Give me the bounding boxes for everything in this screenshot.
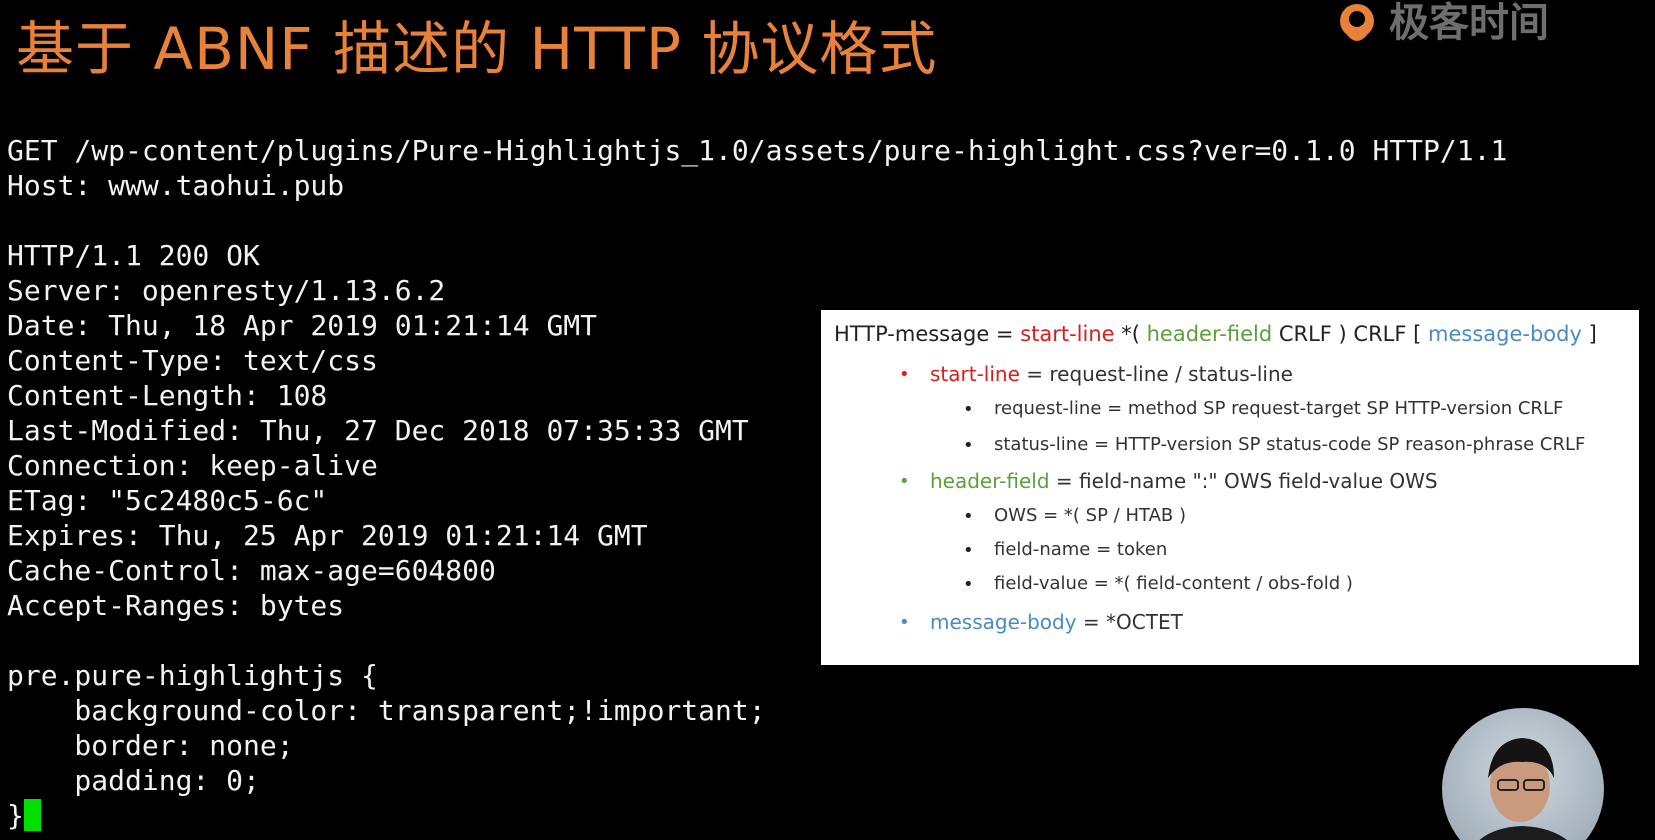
terminal-line: border: none; — [7, 729, 294, 762]
terminal-line: padding: 0; — [7, 764, 260, 797]
geektime-logo-icon — [1340, 4, 1374, 41]
abnf-grammar-box: HTTP-message = start-line *( header-fiel… — [821, 310, 1639, 665]
grammar-http-message: HTTP-message = start-line *( header-fiel… — [834, 322, 1597, 346]
grammar-item-rest: = request-line / status-line — [1019, 362, 1293, 386]
grammar-item-rest: = field-name ":" OWS field-value OWS — [1049, 469, 1438, 493]
terminal-line-text: } — [7, 799, 24, 832]
grammar-term-header-field: header-field — [1146, 322, 1273, 346]
grammar-item-header-field: header-field = field-name ":" OWS field-… — [930, 469, 1438, 493]
grammar-sub-field-name: field-name = token — [994, 539, 1168, 560]
bullet-icon: • — [899, 612, 910, 633]
bullet-icon: • — [963, 574, 974, 595]
terminal-line: HTTP/1.1 200 OK — [7, 239, 260, 272]
grammar-text: *( — [1114, 322, 1147, 346]
terminal-cursor — [23, 799, 41, 831]
bullet-icon: • — [963, 399, 974, 420]
terminal-line: background-color: transparent;!important… — [7, 694, 766, 727]
grammar-sub-ows: OWS = *( SP / HTAB ) — [994, 505, 1186, 526]
bullet-icon: • — [899, 364, 910, 385]
bullet-icon: • — [963, 506, 974, 527]
grammar-text: ] — [1581, 322, 1597, 346]
grammar-item-term: start-line — [930, 362, 1020, 386]
grammar-sub-status-line: status-line = HTTP-version SP status-cod… — [994, 434, 1586, 455]
terminal-line: Server: openresty/1.13.6.2 — [7, 274, 446, 307]
grammar-item-rest: = *OCTET — [1076, 610, 1183, 634]
grammar-sub-field-value: field-value = *( field-content / obs-fol… — [994, 573, 1353, 594]
terminal-line: Host: www.taohui.pub — [7, 169, 345, 202]
logo-text: 极客时间 — [1389, 0, 1549, 46]
grammar-lhs: HTTP-message = — [834, 322, 1021, 346]
grammar-item-start-line: start-line = request-line / status-line — [930, 362, 1293, 386]
grammar-item-term: header-field — [930, 469, 1050, 493]
bullet-icon: • — [963, 435, 974, 456]
grammar-text: CRLF ) CRLF [ — [1272, 322, 1428, 346]
grammar-term-message-body: message-body — [1428, 322, 1582, 346]
grammar-item-term: message-body — [930, 610, 1077, 634]
terminal-line: GET /wp-content/plugins/Pure-Highlightjs… — [7, 134, 1508, 167]
bullet-icon: • — [963, 540, 974, 561]
geektime-logo: 极客时间 — [1335, 0, 1549, 46]
grammar-term-start-line: start-line — [1020, 322, 1115, 346]
slide-title: 基于 ABNF 描述的 HTTP 协议格式 — [16, 15, 938, 83]
grammar-item-message-body: message-body = *OCTET — [930, 610, 1183, 634]
bullet-icon: • — [899, 471, 910, 492]
grammar-sub-request-line: request-line = method SP request-target … — [994, 398, 1564, 419]
slide-stage: 基于 ABNF 描述的 HTTP 协议格式 极客时间 GET /wp-conte… — [0, 0, 1655, 840]
terminal-last-line: } — [7, 798, 1507, 833]
